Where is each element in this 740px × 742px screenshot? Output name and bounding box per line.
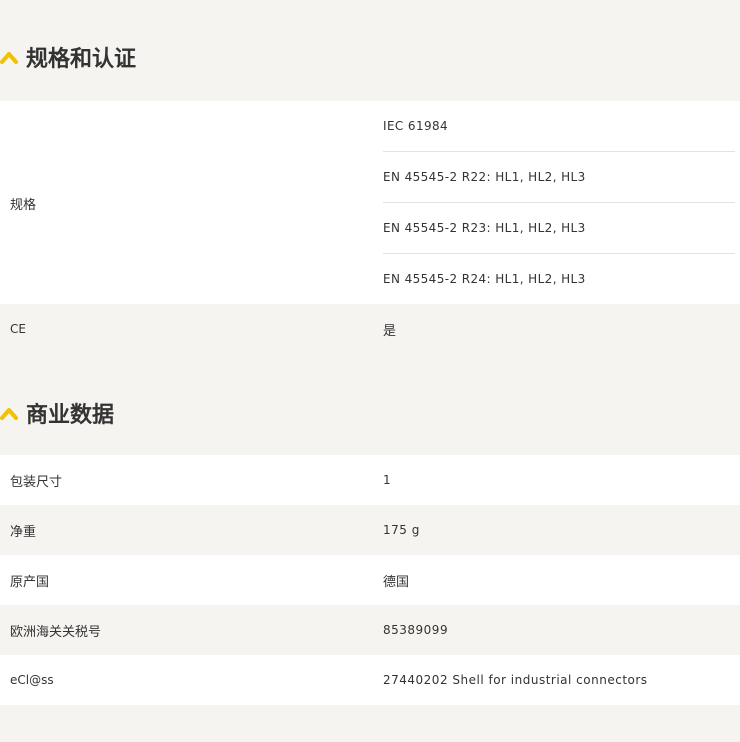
customs-tariff-value: 85389099 — [383, 623, 449, 637]
certifications-title: 规格和认证 — [26, 47, 137, 72]
ce-value: 是 — [383, 323, 397, 339]
net-weight-label: 净重 — [10, 524, 37, 540]
spec-label: 规格 — [10, 198, 37, 213]
eclass-value: 27440202 Shell for industrial connectors — [383, 673, 648, 687]
net-weight-value: 175 g — [383, 523, 420, 537]
table-row: 包装尺寸 1 — [0, 455, 740, 505]
ce-row: CE 是 — [0, 304, 740, 354]
spec-item: EN 45545-2 R22: HL1, HL2, HL3 — [383, 152, 735, 203]
package-size-label: 包装尺寸 — [10, 474, 63, 490]
origin-label: 原产国 — [10, 574, 50, 590]
chevron-up-icon[interactable] — [0, 50, 18, 64]
customs-tariff-label: 欧洲海关关税号 — [10, 624, 102, 640]
spec-item: EN 45545-2 R23: HL1, HL2, HL3 — [383, 203, 735, 254]
table-row: 净重 175 g — [0, 505, 740, 555]
ce-label: CE — [10, 322, 26, 336]
spec-item: IEC 61984 — [383, 101, 735, 152]
spec-row: 规格 IEC 61984 EN 45545-2 R22: HL1, HL2, H… — [0, 101, 740, 304]
commercial-title: 商业数据 — [26, 403, 115, 428]
package-size-value: 1 — [383, 473, 392, 487]
eclass-label: eCl@ss — [10, 673, 54, 687]
table-row: eCl@ss 27440202 Shell for industrial con… — [0, 655, 740, 705]
chevron-up-icon[interactable] — [0, 406, 18, 420]
spec-list: IEC 61984 EN 45545-2 R22: HL1, HL2, HL3 … — [383, 101, 735, 304]
table-row: 原产国 德国 — [0, 555, 740, 605]
certifications-section-header[interactable]: 规格和认证 — [0, 0, 740, 101]
origin-value: 德国 — [383, 574, 410, 590]
commercial-section-header[interactable]: 商业数据 — [0, 354, 740, 455]
spec-item: EN 45545-2 R24: HL1, HL2, HL3 — [383, 272, 586, 286]
table-row: 欧洲海关关税号 85389099 — [0, 605, 740, 655]
